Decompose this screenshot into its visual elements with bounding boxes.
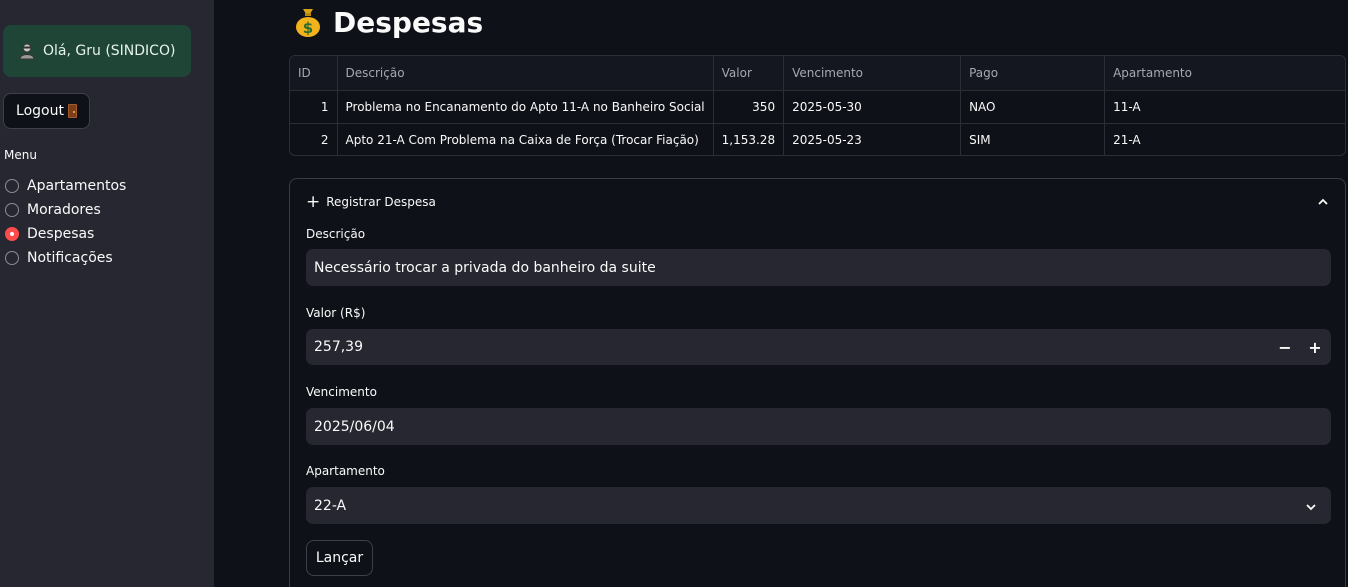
user-icon bbox=[17, 41, 37, 61]
descricao-value: Necessário trocar a privada do banheiro … bbox=[314, 259, 656, 276]
valor-number-input[interactable]: 257,39 − + bbox=[306, 329, 1331, 365]
radio-icon bbox=[5, 203, 19, 217]
page-title: $ Despesas bbox=[293, 2, 483, 42]
page-title-text: Despesas bbox=[333, 5, 484, 39]
quantity-stepper: − + bbox=[1277, 329, 1323, 365]
menu-radio-group: Apartamentos Moradores Despesas Notifica… bbox=[5, 174, 126, 270]
menu-item-label: Notificações bbox=[27, 250, 113, 266]
table-cell[interactable]: Apto 21-A Com Problema na Caixa de Força… bbox=[337, 123, 714, 155]
descricao-input[interactable]: Necessário trocar a privada do banheiro … bbox=[306, 249, 1331, 286]
column-header-descricao[interactable]: Descrição bbox=[337, 56, 714, 91]
menu-item-label: Moradores bbox=[27, 202, 101, 218]
expenses-table[interactable]: ID Descrição Valor Vencimento Pago Apart… bbox=[289, 55, 1346, 156]
radio-selected-icon bbox=[5, 227, 19, 241]
table-cell[interactable]: Problema no Encanamento do Apto 11-A no … bbox=[337, 90, 714, 124]
vencimento-value: 2025/06/04 bbox=[314, 418, 395, 435]
menu-label: Menu bbox=[4, 148, 37, 162]
table-cell[interactable]: 21-A bbox=[1105, 123, 1345, 155]
sidebar: Olá, Gru (SINDICO) Logout Menu Apartamen… bbox=[0, 0, 214, 587]
valor-value: 257,39 bbox=[314, 339, 363, 355]
column-header-id[interactable]: ID bbox=[290, 56, 338, 91]
menu-item-despesas[interactable]: Despesas bbox=[5, 222, 126, 246]
menu-item-moradores[interactable]: Moradores bbox=[5, 198, 126, 222]
descricao-label: Descrição bbox=[306, 227, 366, 241]
table-cell[interactable]: 11-A bbox=[1104, 90, 1345, 124]
table-row: 2 Apto 21-A Com Problema na Caixa de For… bbox=[290, 123, 1345, 155]
table-cell[interactable]: 2 bbox=[290, 123, 338, 155]
valor-label: Valor (R$) bbox=[306, 306, 366, 320]
chevron-up-icon[interactable] bbox=[1317, 195, 1329, 209]
table-cell[interactable]: 350 bbox=[713, 90, 785, 124]
expander-header[interactable]: + Registrar Despesa bbox=[306, 193, 1329, 211]
money-bag-icon: $ bbox=[293, 6, 323, 38]
menu-item-apartamentos[interactable]: Apartamentos bbox=[5, 174, 126, 198]
table-cell[interactable]: 1 bbox=[290, 90, 338, 124]
user-greeting-text: Olá, Gru (SINDICO) bbox=[43, 43, 176, 59]
user-greeting-box: Olá, Gru (SINDICO) bbox=[3, 25, 191, 77]
logout-label: Logout bbox=[16, 103, 64, 119]
column-header-pago[interactable]: Pago bbox=[960, 56, 1106, 91]
apartamento-value: 22-A bbox=[314, 497, 347, 514]
menu-item-notificacoes[interactable]: Notificações bbox=[5, 246, 126, 270]
radio-icon bbox=[5, 251, 19, 265]
table-cell[interactable]: 2025-05-23 bbox=[783, 123, 962, 155]
table-cell[interactable]: SIM bbox=[960, 123, 1106, 155]
logout-button[interactable]: Logout bbox=[3, 93, 90, 129]
register-expense-expander: + Registrar Despesa Descrição Necessário… bbox=[289, 178, 1346, 587]
svg-text:$: $ bbox=[303, 19, 313, 37]
chevron-down-icon bbox=[1305, 499, 1317, 515]
door-icon bbox=[67, 104, 77, 118]
table-header-row: ID Descrição Valor Vencimento Pago Apart… bbox=[290, 56, 1345, 91]
column-header-vencimento[interactable]: Vencimento bbox=[783, 56, 962, 91]
table-cell[interactable]: 2025-05-30 bbox=[783, 90, 962, 124]
radio-icon bbox=[5, 179, 19, 193]
decrement-button[interactable]: − bbox=[1277, 338, 1293, 357]
vencimento-label: Vencimento bbox=[306, 385, 377, 399]
column-header-apartamento[interactable]: Apartamento bbox=[1104, 56, 1345, 91]
vencimento-date-input[interactable]: 2025/06/04 bbox=[306, 408, 1331, 445]
menu-item-label: Apartamentos bbox=[27, 178, 127, 194]
lancar-label: Lançar bbox=[315, 550, 364, 566]
table-cell[interactable]: NAO bbox=[960, 90, 1106, 124]
menu-item-label: Despesas bbox=[27, 226, 95, 242]
increment-button[interactable]: + bbox=[1307, 338, 1323, 357]
table-row: 1 Problema no Encanamento do Apto 11-A n… bbox=[290, 90, 1345, 124]
column-header-valor[interactable]: Valor bbox=[713, 56, 785, 91]
plus-icon: + bbox=[306, 191, 321, 212]
apartamento-select[interactable]: 22-A bbox=[306, 487, 1331, 524]
apartamento-label: Apartamento bbox=[306, 464, 385, 478]
expander-label: Registrar Despesa bbox=[326, 195, 436, 209]
lancar-button[interactable]: Lançar bbox=[306, 540, 373, 576]
table-cell[interactable]: 1,153.28 bbox=[713, 123, 785, 155]
